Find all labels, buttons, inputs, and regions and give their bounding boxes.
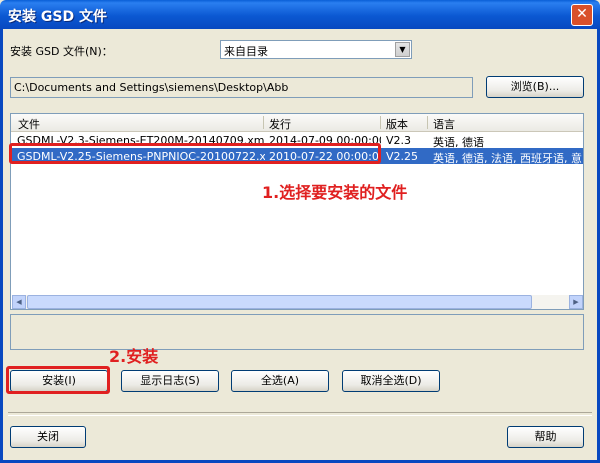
divider (8, 412, 592, 416)
chevron-down-icon[interactable]: ▼ (395, 42, 410, 57)
path-field: C:\Documents and Settings\siemens\Deskto… (10, 77, 473, 98)
close-button[interactable]: 关闭 (10, 426, 86, 448)
highlight-box-install (6, 366, 110, 394)
scroll-right-icon[interactable]: ▶ (569, 295, 583, 309)
source-select-value: 来自目录 (224, 45, 268, 58)
annotation-step2: 2.安装 (109, 347, 159, 366)
column-header-release[interactable]: 发行 (269, 116, 291, 132)
close-icon[interactable]: ✕ (571, 4, 593, 26)
column-divider[interactable] (263, 116, 264, 129)
scroll-left-icon[interactable]: ◀ (12, 295, 26, 309)
source-label: 安装 GSD 文件(N)： (10, 45, 113, 58)
path-text: C:\Documents and Settings\siemens\Deskto… (14, 81, 289, 94)
window-title: 安装 GSD 文件 (8, 9, 107, 25)
column-divider[interactable] (380, 116, 381, 129)
deselect-all-button[interactable]: 取消全选(D) (342, 370, 440, 392)
horizontal-scrollbar[interactable]: ◀ ▶ (12, 295, 583, 309)
column-divider[interactable] (427, 116, 428, 129)
column-header-file[interactable]: 文件 (18, 116, 40, 132)
cell-version: V2.25 (386, 150, 419, 163)
browse-button[interactable]: 浏览(B)... (486, 76, 584, 98)
cell-language: 英语, 德语, 法语, 西班牙语, 意 (433, 152, 582, 165)
info-panel (10, 314, 584, 350)
source-select[interactable]: 来自目录 ▼ (220, 40, 412, 59)
window-frame-left (0, 29, 3, 463)
title-bar: 安装 GSD 文件 ✕ (0, 0, 600, 29)
show-log-button[interactable]: 显示日志(S) (121, 370, 219, 392)
help-button[interactable]: 帮助 (507, 426, 584, 448)
highlight-box-file (9, 143, 381, 164)
list-header: 文件 发行 版本 语言 (11, 114, 583, 132)
column-header-version[interactable]: 版本 (386, 116, 408, 132)
cell-version: V2.3 (386, 134, 412, 147)
column-header-language[interactable]: 语言 (433, 116, 455, 132)
select-all-button[interactable]: 全选(A) (231, 370, 329, 392)
annotation-step1: 1.选择要安装的文件 (262, 183, 408, 202)
scrollbar-thumb[interactable] (27, 295, 532, 309)
